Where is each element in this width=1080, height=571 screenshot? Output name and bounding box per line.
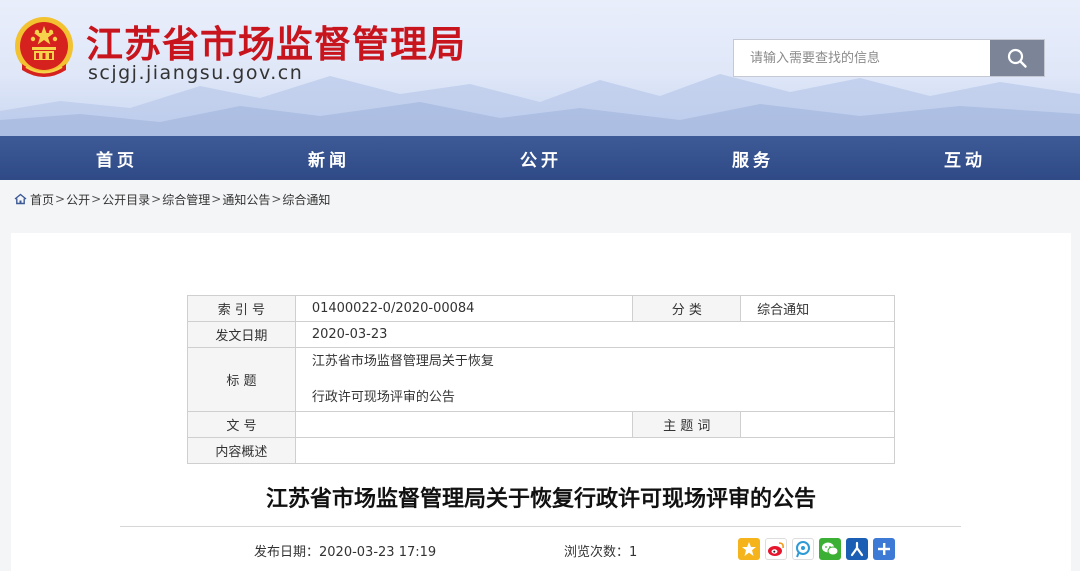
meta-row-title: 标 题 江苏省市场监督管理局关于恢复 行政许可现场评审的公告 (187, 347, 896, 412)
breadcrumb-notices[interactable]: 通知公告 (222, 191, 270, 208)
more-share-icon[interactable] (873, 538, 895, 560)
title-label: 标 题 (187, 347, 296, 412)
main-nav: 首页 新闻 公开 服务 互动 (0, 136, 1080, 180)
title-value-line2: 行政许可现场评审的公告 (311, 390, 455, 405)
views-label: 浏览次数： (564, 545, 630, 560)
breadcrumb: 首页 > 公开 > 公开目录 > 综合管理 > 通知公告 > 综合通知 (14, 190, 330, 208)
breadcrumb-general-management[interactable]: 综合管理 (162, 191, 210, 208)
home-icon (14, 193, 27, 205)
search-icon (1007, 48, 1027, 68)
subject-value (740, 411, 895, 438)
nav-item-service[interactable]: 服务 (647, 146, 859, 171)
docno-value (294, 411, 634, 438)
view-count: 浏览次数：1 (564, 541, 637, 560)
breadcrumb-separator: > (55, 192, 66, 206)
index-value: 01400022-0/2020-00084 (294, 295, 634, 322)
date-label: 发文日期 (187, 321, 296, 348)
meta-row-date: 发文日期 2020-03-23 (187, 321, 896, 348)
site-header: 江苏省市场监督管理局 scjgj.jiangsu.gov.cn (0, 0, 1080, 136)
meta-row-summary: 内容概述 (187, 437, 896, 464)
search-input[interactable] (734, 40, 990, 76)
breadcrumb-public-catalog[interactable]: 公开目录 (102, 191, 150, 208)
site-domain: scjgj.jiangsu.gov.cn (88, 62, 304, 84)
meta-row-index: 索 引 号 01400022-0/2020-00084 分 类 综合通知 (187, 295, 895, 322)
qzone-icon[interactable] (738, 538, 760, 560)
breadcrumb-separator: > (91, 192, 102, 206)
category-value: 综合通知 (740, 295, 895, 322)
nav-item-interact[interactable]: 互动 (859, 146, 1071, 171)
title-value: 江苏省市场监督管理局关于恢复 行政许可现场评审的公告 (294, 347, 896, 412)
search-button[interactable] (990, 40, 1044, 76)
breadcrumb-separator: > (211, 192, 222, 206)
site-title: 江苏省市场监督管理局 (86, 22, 466, 66)
breadcrumb-separator: > (271, 192, 282, 206)
weibo-icon[interactable] (765, 538, 787, 560)
content-panel: 索 引 号 01400022-0/2020-00084 分 类 综合通知 发文日… (11, 233, 1071, 571)
search-box (733, 39, 1045, 77)
nav-item-news[interactable]: 新闻 (223, 146, 435, 171)
summary-label: 内容概述 (187, 437, 296, 464)
national-emblem-icon (15, 17, 73, 77)
wechat-icon[interactable] (819, 538, 841, 560)
breadcrumb-public[interactable]: 公开 (66, 191, 90, 208)
subject-label: 主 题 词 (632, 411, 742, 438)
index-label: 索 引 号 (187, 295, 296, 322)
renren-icon[interactable] (846, 538, 868, 560)
category-label: 分 类 (632, 295, 742, 322)
title-divider (120, 526, 961, 527)
publish-value: 2020-03-23 17:19 (319, 545, 437, 560)
date-value: 2020-03-23 (294, 321, 896, 348)
summary-value (294, 437, 896, 464)
article-title: 江苏省市场监督管理局关于恢复行政许可现场评审的公告 (265, 487, 816, 512)
tencent-weibo-icon[interactable] (792, 538, 814, 560)
breadcrumb-general-notice[interactable]: 综合通知 (282, 191, 330, 208)
document-meta-table: 索 引 号 01400022-0/2020-00084 分 类 综合通知 发文日… (187, 295, 896, 464)
nav-item-public[interactable]: 公开 (435, 146, 647, 171)
share-bar (738, 538, 895, 560)
publish-label: 发布日期： (254, 545, 320, 560)
title-value-line1: 江苏省市场监督管理局关于恢复 (311, 354, 494, 369)
meta-row-docno: 文 号 主 题 词 (187, 411, 895, 438)
docno-label: 文 号 (187, 411, 296, 438)
breadcrumb-home[interactable]: 首页 (30, 191, 54, 208)
breadcrumb-separator: > (151, 192, 162, 206)
views-value: 1 (629, 545, 638, 560)
nav-item-home[interactable]: 首页 (11, 146, 223, 171)
publish-info: 发布日期：2020-03-23 17:19 (254, 541, 436, 560)
